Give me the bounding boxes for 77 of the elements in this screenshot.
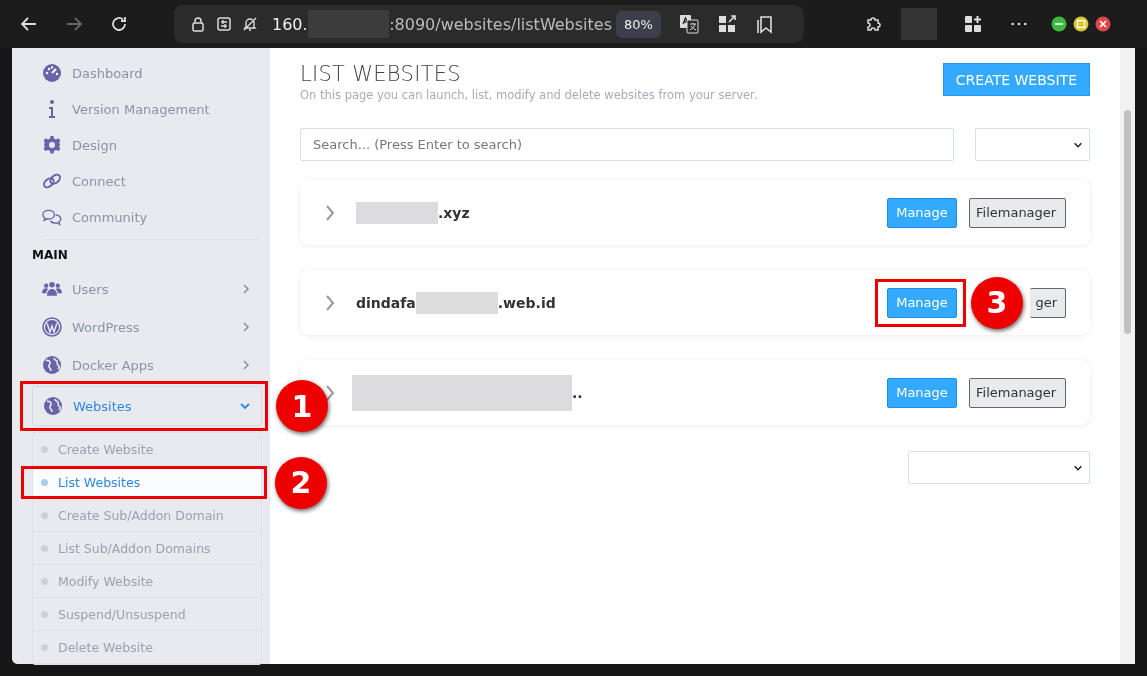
sidebar-item[interactable]: WordPress — [12, 308, 262, 346]
manage-button[interactable]: Manage — [887, 197, 957, 228]
sidebar-item[interactable]: Websites — [32, 386, 262, 426]
create-website-button[interactable]: CREATE WEBSITE — [942, 63, 1090, 96]
step-badge: 1 — [276, 380, 328, 432]
zoom-badge[interactable]: 80% — [616, 10, 661, 38]
chevron-right-icon[interactable] — [324, 383, 336, 402]
domain-text: dindafa — [356, 294, 416, 311]
puzzle-icon[interactable] — [864, 14, 884, 34]
info-icon — [47, 99, 57, 119]
sidebar-item[interactable]: Users — [12, 270, 262, 308]
sidebar-item[interactable]: Connect — [12, 163, 262, 199]
more-icon[interactable] — [1010, 21, 1028, 27]
chevron-right-icon — [240, 321, 252, 333]
step-badge: 3 — [971, 276, 1023, 329]
translate-icon[interactable] — [678, 14, 699, 34]
domain-text: .. — [572, 384, 583, 401]
bullet-icon — [41, 445, 48, 453]
chevron-right-icon — [240, 359, 252, 371]
link-icon — [42, 171, 62, 191]
filemanager-button[interactable]: Filemanager — [969, 197, 1066, 228]
manage-button[interactable]: Manage — [887, 377, 957, 408]
submenu-item[interactable]: Create Sub/Addon Domain — [33, 499, 261, 532]
sidebar-item[interactable]: Dashboard — [12, 55, 262, 91]
sidebar-item[interactable]: Design — [12, 127, 262, 163]
apps-icon[interactable] — [963, 14, 983, 34]
bullet-icon — [41, 610, 48, 618]
select-field[interactable] — [975, 128, 1090, 161]
domain-text: .xyz — [438, 204, 470, 221]
lock-icon[interactable] — [190, 16, 206, 32]
page-title: LIST WEBSITES — [300, 62, 462, 86]
submenu-item[interactable]: Suspend/Unsuspend — [33, 598, 261, 631]
submenu-item[interactable]: Create Website — [33, 433, 261, 466]
grid-icon[interactable] — [716, 14, 737, 34]
globe-icon — [42, 355, 62, 375]
submenu-item[interactable]: Modify Website — [33, 565, 261, 598]
chevron-right-icon[interactable] — [324, 203, 336, 222]
step-badge: 2 — [275, 456, 327, 509]
bullet-icon — [41, 577, 48, 585]
gear-icon — [42, 135, 62, 155]
filemanager-button[interactable]: Filemanager — [969, 377, 1066, 408]
url-text: 160. — [272, 14, 308, 34]
scrollbar-thumb[interactable] — [1124, 110, 1131, 334]
scrollbar[interactable] — [1120, 48, 1135, 664]
bookmark-icon[interactable] — [754, 14, 775, 34]
domain-text: .web.id — [497, 294, 556, 311]
submenu-item[interactable]: Delete Website — [33, 631, 261, 664]
wordpress-icon — [42, 317, 62, 337]
bullet-icon — [41, 544, 48, 552]
chevron-down-icon — [239, 400, 251, 412]
bullet-icon — [41, 478, 48, 486]
bullet-icon — [41, 643, 48, 651]
sidebar-item[interactable]: Version Management — [12, 91, 262, 127]
search-field[interactable]: Search... (Press Enter to search) — [300, 128, 954, 161]
select-field[interactable] — [908, 451, 1090, 484]
bullet-icon — [41, 511, 48, 519]
chevron-right-icon[interactable] — [324, 293, 336, 312]
site-info-icon[interactable] — [216, 16, 232, 32]
sidebar-item[interactable]: Docker Apps — [12, 346, 262, 384]
chevron-right-icon — [240, 283, 252, 295]
maximize-icon[interactable] — [1073, 16, 1089, 32]
gauge-icon — [42, 63, 62, 83]
bell-off-icon[interactable] — [242, 16, 258, 32]
section-heading: MAIN — [31, 248, 69, 264]
chat-icon — [42, 207, 62, 227]
submenu-item[interactable]: List Sub/Addon Domains — [33, 532, 261, 565]
url-text: :8090/websites/listWebsites — [389, 14, 612, 34]
close-icon[interactable] — [1095, 16, 1111, 32]
globe-icon — [43, 396, 63, 416]
page-subtitle: On this page you can launch, list, modify and delete websites from your server. — [300, 88, 758, 102]
address-bar[interactable]: 160. :8090/websites/listWebsites 80% — [174, 5, 804, 43]
users-icon — [42, 279, 62, 299]
manage-button[interactable]: Manage — [887, 287, 957, 318]
minimize-icon[interactable] — [1051, 16, 1067, 32]
filemanager-button[interactable]: ger — [1030, 287, 1066, 318]
reload-icon[interactable] — [109, 14, 129, 34]
sidebar-item[interactable]: Community — [12, 199, 262, 235]
